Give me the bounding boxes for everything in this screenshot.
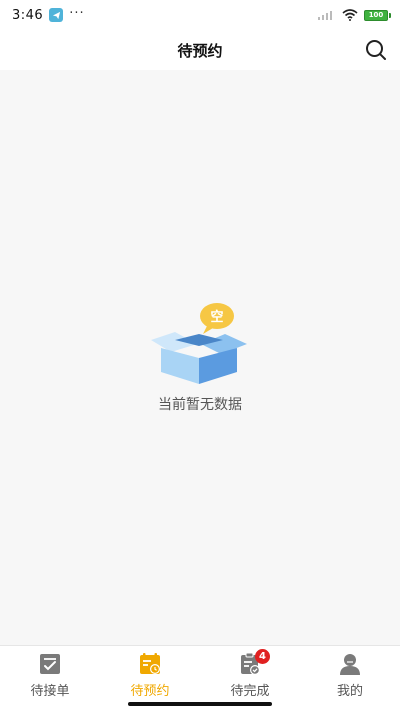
empty-message: 当前暂无数据 xyxy=(158,397,242,413)
order-check-icon xyxy=(40,654,60,674)
status-time: 3:46 xyxy=(12,7,44,23)
status-right: 100 xyxy=(318,9,391,21)
search-icon xyxy=(366,40,386,60)
tab-profile[interactable]: 我的 xyxy=(300,646,400,711)
signal-icon xyxy=(318,11,332,20)
notification-badge: 4 xyxy=(255,649,270,664)
status-left: 3:46 ··· xyxy=(12,5,85,23)
empty-state: 空 当前暂无数据 xyxy=(0,300,400,414)
user-icon xyxy=(340,654,360,675)
empty-box-icon: 空 xyxy=(151,303,247,384)
tab-label: 待完成 xyxy=(230,684,270,699)
tab-icon-wrap: 4 xyxy=(238,649,270,676)
calendar-clock-icon xyxy=(140,653,160,674)
more-notifications-icon: ··· xyxy=(69,5,85,21)
tab-label: 待接单 xyxy=(30,684,70,699)
header: 待预约 xyxy=(0,30,400,70)
wifi-icon xyxy=(342,9,358,21)
home-indicator xyxy=(128,702,272,706)
telegram-icon xyxy=(49,8,64,22)
status-bar: 3:46 ··· 100 xyxy=(0,0,400,30)
tab-pending-orders[interactable]: 待接单 xyxy=(0,646,100,711)
search-button[interactable] xyxy=(362,36,390,64)
content-area: 空 当前暂无数据 xyxy=(0,70,400,645)
tab-label: 我的 xyxy=(336,684,363,699)
empty-badge-char: 空 xyxy=(210,309,223,325)
page-title: 待预约 xyxy=(177,41,223,60)
battery-icon: 100 xyxy=(364,9,391,21)
tab-label: 待预约 xyxy=(130,684,170,699)
